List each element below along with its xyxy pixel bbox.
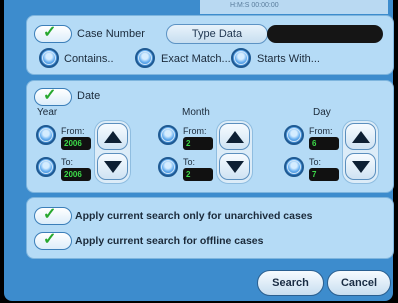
exact-match-label: Exact Match... bbox=[161, 53, 231, 65]
day-to-label: To: bbox=[309, 157, 322, 167]
date-label: Date bbox=[77, 90, 101, 102]
case-number-input[interactable] bbox=[267, 25, 383, 43]
arrow-down-icon bbox=[352, 161, 370, 173]
case-number-panel: ✓ Case Number Type Data Contains.. Exact… bbox=[26, 15, 394, 75]
year-to-label: To: bbox=[61, 157, 74, 167]
day-to-radio[interactable] bbox=[284, 157, 304, 177]
month-to-radio[interactable] bbox=[158, 157, 178, 177]
cancel-button[interactable]: Cancel bbox=[327, 270, 391, 296]
day-from-radio[interactable] bbox=[284, 125, 304, 145]
year-to-radio[interactable] bbox=[36, 157, 56, 177]
month-down-button[interactable] bbox=[219, 153, 250, 180]
offline-label: Apply current search for offline cases bbox=[75, 235, 264, 247]
search-button[interactable]: Search bbox=[257, 270, 324, 296]
day-title: Day bbox=[313, 107, 331, 118]
contains-radio[interactable] bbox=[39, 48, 59, 68]
search-options-panel: ✓ Apply current search only for unarchiv… bbox=[26, 197, 394, 259]
arrow-down-icon bbox=[226, 161, 244, 173]
day-from-value[interactable]: 6 bbox=[309, 137, 339, 150]
contains-label: Contains.. bbox=[64, 53, 114, 65]
time-strip: H:M:S 00:00:00 bbox=[200, 0, 388, 14]
check-icon: ✓ bbox=[43, 24, 57, 41]
case-number-label: Case Number bbox=[77, 28, 145, 40]
exact-match-radio[interactable] bbox=[135, 48, 155, 68]
month-to-value[interactable]: 2 bbox=[183, 168, 213, 181]
arrow-up-icon bbox=[104, 131, 122, 143]
month-from-label: From: bbox=[183, 126, 207, 136]
arrow-up-icon bbox=[226, 131, 244, 143]
month-from-radio[interactable] bbox=[158, 125, 178, 145]
type-data-button[interactable]: Type Data bbox=[166, 24, 268, 44]
date-panel: ✓ Date Year From: 2006 To: 2006 Month Fr… bbox=[26, 80, 394, 193]
year-up-button[interactable] bbox=[97, 123, 128, 150]
year-to-value[interactable]: 2006 bbox=[61, 168, 91, 181]
year-from-radio[interactable] bbox=[36, 125, 56, 145]
starts-with-label: Starts With... bbox=[257, 53, 320, 65]
day-to-value[interactable]: 7 bbox=[309, 168, 339, 181]
month-from-value[interactable]: 2 bbox=[183, 137, 213, 150]
offline-toggle[interactable]: ✓ bbox=[34, 231, 72, 250]
date-toggle[interactable]: ✓ bbox=[34, 87, 72, 106]
arrow-down-icon bbox=[104, 161, 122, 173]
case-number-toggle[interactable]: ✓ bbox=[34, 24, 72, 43]
day-from-label: From: bbox=[309, 126, 333, 136]
year-from-value[interactable]: 2006 bbox=[61, 137, 91, 150]
month-up-button[interactable] bbox=[219, 123, 250, 150]
time-text: H:M:S 00:00:00 bbox=[230, 2, 279, 9]
day-up-button[interactable] bbox=[345, 123, 376, 150]
day-down-button[interactable] bbox=[345, 153, 376, 180]
month-title: Month bbox=[182, 107, 210, 118]
year-from-label: From: bbox=[61, 126, 85, 136]
year-title: Year bbox=[37, 107, 58, 118]
year-down-button[interactable] bbox=[97, 153, 128, 180]
check-icon: ✓ bbox=[43, 206, 57, 223]
starts-with-radio[interactable] bbox=[231, 48, 251, 68]
check-icon: ✓ bbox=[43, 231, 57, 248]
arrow-up-icon bbox=[352, 131, 370, 143]
check-icon: ✓ bbox=[43, 87, 57, 104]
month-to-label: To: bbox=[183, 157, 196, 167]
unarchived-toggle[interactable]: ✓ bbox=[34, 206, 72, 225]
unarchived-label: Apply current search only for unarchived… bbox=[75, 210, 313, 222]
